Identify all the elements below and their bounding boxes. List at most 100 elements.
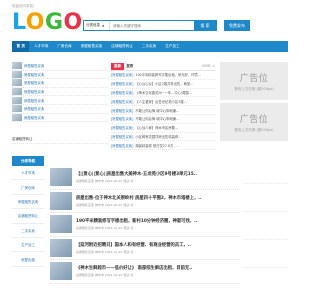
list-item[interactable]: 房屋租售买卖 — [12, 62, 108, 71]
thumbnail-image — [12, 113, 22, 121]
news-category[interactable]: [房屋租售买卖] — [111, 90, 133, 95]
sidebar-item-rental[interactable]: 房屋出租 — [12, 252, 44, 267]
listing-image[interactable] — [50, 262, 72, 281]
logo-letter: O — [25, 10, 45, 35]
list-item-label: 店铺租赁转让 — [12, 137, 33, 142]
feed-title[interactable]: 【延河附近招聘日】国本人和有经营、有商业经营的员工，.. — [76, 242, 240, 248]
sidebar-item-shops[interactable]: 店铺租赁转让 — [12, 209, 44, 224]
list-item[interactable]: 房屋租售买卖 — [12, 79, 108, 88]
search-button[interactable]: 搜 索 — [194, 21, 216, 30]
list-item[interactable]: 房屋租售买卖 — [12, 96, 108, 105]
feed-title[interactable]: 《神木生鲜超市——低价好让》 南部综生鲜店出租，目前无.. — [76, 265, 240, 271]
news-category[interactable]: [房屋租售买卖] — [111, 125, 133, 130]
list-item[interactable]: 店铺租赁转让 — [12, 135, 108, 144]
search-input[interactable] — [110, 21, 194, 30]
feed-item[interactable]: 190平米精装修写字楼出租，新村10分钟经济圈，神驱可找，.. 房屋租售买卖 神木… — [50, 213, 240, 237]
news-title[interactable]: 不敢让你后悔 城中心带地铺... — [135, 108, 215, 113]
news-category[interactable]: [房屋租售买卖] — [111, 72, 133, 77]
feed-title[interactable]: 【||爱心||爱心||房屋出售大美神木-五龙苑小区9号楼3单元15.. — [76, 171, 240, 177]
feed-item[interactable]: 房屋出售-位于神木北关崇岭村 房屋四十平围2，神木市塔楼上，.. 房屋租售买卖 神… — [50, 190, 240, 213]
news-category[interactable]: [房屋租售买卖] — [111, 108, 133, 113]
news-row[interactable]: [房屋租售买卖] 不敢让你后悔 城中心带地铺... — [111, 106, 215, 115]
list-item-label: 房屋租售买卖 — [24, 98, 45, 103]
feed-item[interactable]: 《神木生鲜超市——低价好让》 南部综生鲜店出租，目前无.. 房屋租售买卖 神木市 … — [50, 260, 240, 284]
feed-title[interactable]: 房屋出售-位于神木北关崇岭村 房屋四十平围2，神木市塔楼上，.. — [76, 195, 240, 201]
nav-item-shops[interactable]: 店铺租赁转让 — [107, 41, 138, 52]
list-item[interactable]: 房屋租售买卖 — [12, 113, 108, 123]
listing-image[interactable] — [50, 215, 72, 234]
news-title[interactable]: 《神木文化路苏州~一车…中心/周围... — [135, 90, 215, 95]
news-category[interactable]: [房屋租售买卖] — [111, 143, 133, 148]
thumbnail-image — [12, 79, 22, 87]
feed-meta: 房屋租售买卖 神木市 2021-02-25 阅读 次 — [76, 249, 134, 254]
sidebar-item-jobs[interactable]: 人才市场 — [12, 166, 44, 181]
news-row[interactable]: [房屋租售买卖] 小区稀有花园洋房出售精装修... — [111, 133, 215, 142]
listing-feed: 【||爱心||爱心||房屋出售大美神木-五龙苑小区9号楼3单元15.. 房屋租售买… — [50, 166, 240, 284]
feed-title[interactable]: 190平米精装修写字楼出租，新村10分钟经济圈，神驱可找，.. — [76, 218, 240, 224]
news-row[interactable]: [房屋租售买卖] 【人生爱家】出售世纪苑小区3楼... — [111, 97, 215, 107]
ad-size-note: 首页上方右侧 (宽200px) — [234, 127, 274, 132]
sidebar-item-manufacturing[interactable]: 生产加工 — [12, 238, 44, 253]
more-link[interactable]: MORE > — [202, 64, 215, 68]
listing-image[interactable] — [50, 238, 72, 257]
category-sidebar: 分类导航 人才市场 厂房仓库 房屋租售买卖 店铺租赁转让 二手买卖 生产加工 房… — [12, 156, 44, 267]
thumbnail-image — [12, 88, 22, 96]
news-row[interactable]: [房屋租售买卖] 190平米精装修写字楼出租，采光好，环境... — [111, 71, 215, 80]
feed-item[interactable]: 【延河附近招聘日】国本人和有经营、有商业经营的员工，.. 房屋租售买卖 神木市 2… — [50, 237, 240, 260]
feed-meta: 房屋租售买卖 神木市 2021-02-25 阅读 次 — [76, 179, 134, 184]
news-title[interactable]: 【心仪心仪】小区2楼共享出售，两室... — [135, 81, 215, 86]
right-column-block — [244, 156, 288, 184]
search-bar: 分类信息 ▼ 搜 索 — [83, 20, 217, 31]
sidebar-title: 分类导航 — [12, 156, 44, 166]
news-category[interactable]: [房屋租售买卖] — [111, 99, 133, 104]
ad-title: 广告位 — [239, 73, 269, 84]
feed-item[interactable]: 【||爱心||爱心||房屋出售大美神木-五龙苑小区9号楼3单元15.. 房屋租售买… — [50, 166, 240, 190]
list-item[interactable]: 房屋租售买卖 — [12, 105, 108, 114]
news-title[interactable]: 【心仙人家】神木市区房屋... — [135, 125, 215, 130]
news-row[interactable]: [房屋租售买卖] 湖景精装修 首付仅27.8万 ... — [111, 141, 215, 151]
list-item[interactable]: 房屋租售买卖 — [12, 88, 108, 97]
ad-slot-middle[interactable]: 广告位 首页上方右侧 (宽200px) — [220, 103, 288, 141]
list-item-label: 房屋租售买卖 — [24, 115, 45, 120]
listing-image[interactable] — [50, 168, 72, 187]
list-item-label: 房屋租售买卖 — [24, 90, 45, 95]
search-category-select[interactable]: 分类信息 ▼ — [84, 21, 110, 30]
latest-news-panel: 最新 发布 MORE > [房屋租售买卖] 190平米精装修写字楼出租，采光好，环… — [111, 62, 215, 151]
search-category-label: 分类信息 — [86, 23, 100, 27]
nav-item-secondhand[interactable]: 二手买卖 — [137, 41, 160, 52]
ad-title: 广告位 — [239, 114, 269, 125]
list-item[interactable]: 房屋租售买卖 — [12, 70, 108, 80]
nav-item-home[interactable]: 首 页 — [12, 41, 30, 52]
site-logo[interactable]: LOGO — [12, 12, 83, 34]
right-column-block — [244, 212, 288, 240]
feed-meta: 房屋租售买卖 神木市 2021-02-25 阅读 次 — [76, 273, 134, 278]
ad-slot-top[interactable]: 广告位 首页上方右侧 (宽200px) — [220, 62, 288, 100]
news-title[interactable]: 小区稀有花园洋房出售精装修... — [135, 134, 215, 139]
news-title[interactable]: 不敢让你后悔 城中心带地铺... — [135, 116, 215, 121]
listing-image[interactable] — [50, 191, 72, 210]
nav-item-manufacturing[interactable]: 生产加工 — [161, 41, 184, 52]
news-row[interactable]: [房屋租售买卖] 不敢让你后悔 城中心带地铺... — [111, 115, 215, 124]
sidebar-item-secondhand[interactable]: 二手买卖 — [12, 224, 44, 238]
news-row[interactable]: [房屋租售买卖] 【心仪心仪】小区2楼共享出售，两室... — [111, 80, 215, 89]
news-category[interactable]: [房屋租售买卖] — [111, 116, 133, 121]
latest-badge: 最新 — [111, 62, 125, 70]
image-link-list: 房屋租售买卖 房屋租售买卖 房屋租售买卖 房屋租售买卖 房屋租售买卖 房屋租售买… — [12, 62, 108, 123]
news-title[interactable]: 190平米精装修写字楼出租，采光好，环境... — [135, 72, 215, 77]
news-category[interactable]: [房屋租售买卖] — [111, 134, 133, 139]
thumbnail-image — [12, 96, 22, 104]
news-row[interactable]: [房屋租售买卖] 【心仙人家】神木市区房屋... — [111, 124, 215, 133]
panel-header: 最新 发布 MORE > — [111, 62, 215, 71]
news-row[interactable]: [房屋租售买卖] 《神木文化路苏州~一车…中心/周围... — [111, 89, 215, 98]
sidebar-item-warehouse[interactable]: 厂房仓库 — [12, 180, 44, 195]
sidebar-item-housing[interactable]: 房屋租售买卖 — [12, 195, 44, 210]
nav-item-jobs[interactable]: 人才市场 — [29, 41, 52, 52]
news-title[interactable]: 【人生爱家】出售世纪苑小区3楼... — [135, 99, 215, 104]
post-button[interactable]: 免费发布 — [224, 20, 250, 31]
panel-title: 发布 — [126, 63, 134, 68]
nav-item-housing[interactable]: 房屋租售买卖 — [76, 41, 107, 52]
nav-item-warehouse[interactable]: 厂房仓库 — [53, 41, 76, 52]
logo-letter: O — [63, 10, 83, 35]
news-category[interactable]: [房屋租售买卖] — [111, 81, 133, 86]
news-title[interactable]: 湖景精装修 首付仅27.8万 ... — [135, 143, 215, 148]
